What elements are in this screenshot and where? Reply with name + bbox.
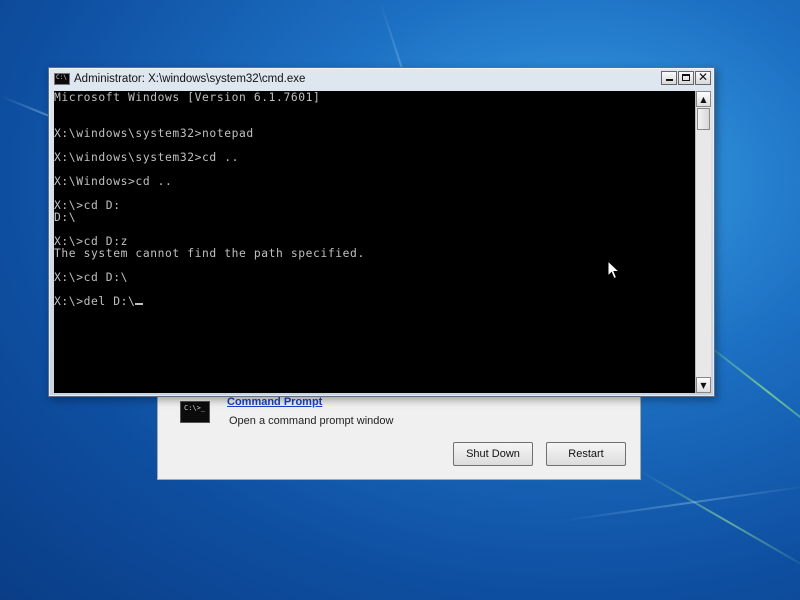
minimize-icon — [666, 79, 673, 81]
scrollbar-thumb[interactable] — [697, 108, 710, 130]
arrow-down-icon: ▼ — [700, 380, 707, 390]
maximize-icon — [682, 74, 690, 81]
window-controls: ✕ — [661, 70, 711, 85]
minimize-button[interactable] — [661, 71, 677, 85]
command-prompt-icon: C:\>_ — [180, 401, 210, 423]
desktop-light-streak — [639, 470, 800, 572]
desktop-light-streak — [559, 483, 800, 522]
console-output[interactable]: Microsoft Windows [Version 6.1.7601] X:\… — [54, 91, 695, 393]
command-prompt-description: Open a command prompt window — [229, 415, 394, 427]
console-line: X:\>cd D: — [54, 199, 121, 212]
restart-button[interactable]: Restart — [546, 442, 626, 466]
console-text: Microsoft Windows [Version 6.1.7601] X:\… — [54, 91, 695, 308]
console-line: X:\>del D:\ — [54, 296, 695, 308]
console-line: X:\windows\system32>cd .. — [54, 151, 240, 164]
close-button[interactable]: ✕ — [695, 70, 711, 85]
close-icon: ✕ — [697, 70, 709, 84]
window-title: Administrator: X:\windows\system32\cmd.e… — [74, 73, 306, 85]
scroll-down-button[interactable]: ▼ — [696, 377, 711, 393]
scroll-up-button[interactable]: ▲ — [696, 91, 711, 107]
console-line: X:\windows\system32>notepad — [54, 127, 254, 140]
maximize-button[interactable] — [678, 71, 694, 85]
console-line: Microsoft Windows [Version 6.1.7601] — [54, 91, 321, 104]
mouse-pointer-icon — [607, 260, 621, 280]
console-line: D:\ — [54, 211, 77, 224]
vertical-scrollbar[interactable]: ▲ ▼ — [695, 91, 711, 393]
command-prompt-window[interactable]: C:\ Administrator: X:\windows\system32\c… — [48, 67, 715, 397]
arrow-up-icon: ▲ — [700, 94, 707, 104]
command-prompt-link[interactable]: Command Prompt — [227, 396, 322, 408]
shut-down-button[interactable]: Shut Down — [453, 442, 533, 466]
console-line: X:\>cd D:\ — [54, 271, 129, 284]
text-cursor — [135, 303, 144, 305]
console-line: The system cannot find the path specifie… — [54, 247, 365, 260]
cmd-window-icon[interactable]: C:\ — [54, 73, 70, 85]
window-title-bar[interactable]: C:\ Administrator: X:\windows\system32\c… — [49, 68, 714, 90]
console-line: X:\Windows>cd .. — [54, 175, 173, 188]
